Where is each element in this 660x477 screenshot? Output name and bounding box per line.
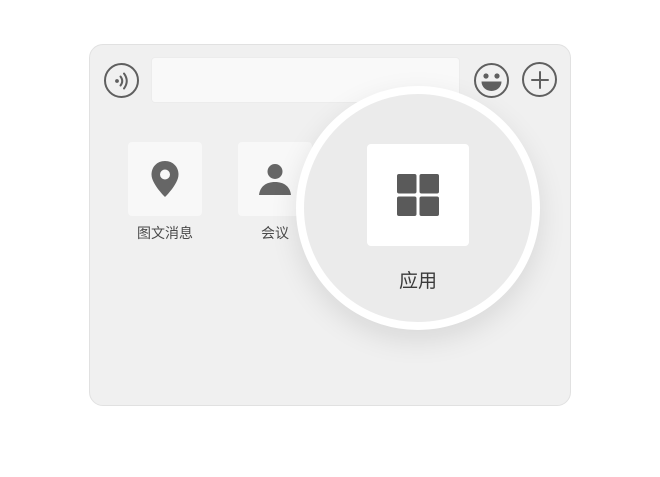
- app-tile-apps[interactable]: [367, 144, 469, 246]
- plus-icon: [530, 70, 549, 89]
- apps-grid-icon: [397, 174, 439, 216]
- app-tile-image-text[interactable]: [128, 142, 202, 216]
- emoji-button[interactable]: [473, 62, 510, 99]
- location-pin-icon: [151, 161, 179, 197]
- voice-input-button[interactable]: [104, 63, 139, 98]
- more-actions-button[interactable]: [522, 62, 557, 97]
- emoji-icon: [474, 63, 509, 98]
- app-label-image-text: 图文消息: [137, 226, 193, 242]
- app-label-apps: 应用: [398, 270, 437, 292]
- magnifier-lens: 应用: [296, 86, 540, 330]
- voice-input-icon: [114, 72, 128, 89]
- person-icon: [259, 164, 291, 195]
